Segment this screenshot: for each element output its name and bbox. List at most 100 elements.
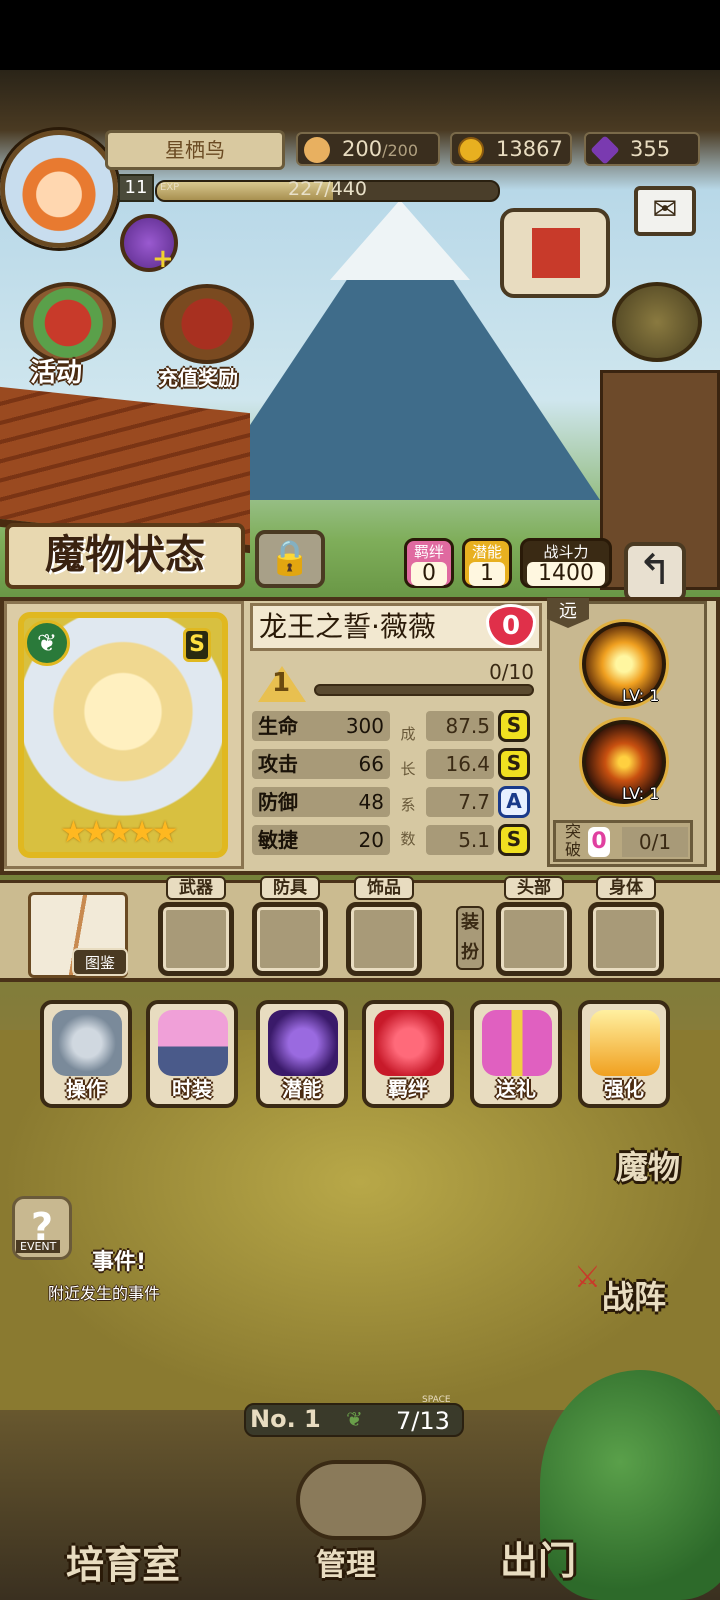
potential-button[interactable]: 潜能 <box>256 1000 348 1108</box>
manage-key-icon[interactable] <box>296 1460 426 1540</box>
lock-button[interactable]: 🔒 <box>255 530 325 588</box>
skill-1-level: LV: 1 <box>622 686 660 705</box>
gold-value: 13867 <box>496 137 563 161</box>
gem-value: 355 <box>630 137 671 161</box>
recharge-reward-button[interactable] <box>160 284 254 364</box>
action-label: 时装 <box>172 1077 212 1101</box>
add-gem-button[interactable]: + <box>120 214 178 274</box>
bond-value: 0 <box>411 562 447 586</box>
growth-value: 7.7 <box>426 787 494 817</box>
accessory-slot-label: 饰品 <box>354 876 414 900</box>
accessory-slot[interactable] <box>346 902 422 976</box>
stat-value: 48 <box>358 790 384 814</box>
purple-gem-icon <box>590 135 620 165</box>
stat-label: 生命 <box>258 714 298 738</box>
stat-row-hp: 生命 300 <box>252 711 390 741</box>
breakthrough-value: 0 <box>588 827 610 857</box>
fashion-button[interactable]: 时装 <box>146 1000 238 1108</box>
body-slot[interactable] <box>588 902 664 976</box>
stat-label: 攻击 <box>258 752 298 776</box>
growth-grade: S <box>498 824 530 856</box>
growth-value: 5.1 <box>426 825 494 855</box>
breakthrough-progress: 0/1 <box>622 827 688 857</box>
event-button-label: 活动 <box>30 358 83 388</box>
stat-value: 66 <box>358 752 384 776</box>
player-name: 星栖鸟 <box>105 130 285 170</box>
player-level: 11 <box>118 174 154 202</box>
formation-side-button[interactable]: ⚔ 战阵 <box>574 1254 706 1324</box>
growth-char: 系 <box>400 796 416 814</box>
stat-label: 防御 <box>258 790 298 814</box>
stamina-counter[interactable]: 200/200 <box>296 132 440 166</box>
mountain-snow <box>330 200 470 280</box>
weapon-slot-label: 武器 <box>166 876 226 900</box>
up-arrows-icon <box>590 1010 660 1076</box>
star-rating: ★★★★★ <box>60 815 179 850</box>
growth-value: 87.5 <box>426 711 494 741</box>
event-tag: EVENT <box>16 1240 61 1253</box>
shadow-demon-icon <box>268 1010 338 1076</box>
head-slot[interactable] <box>496 902 572 976</box>
return-arrow-icon: ↰ <box>637 545 673 594</box>
body-slot-label: 身体 <box>596 876 656 900</box>
hearts-icon <box>374 1010 444 1076</box>
growth-grade: A <box>498 786 530 818</box>
growth-char: 数 <box>400 830 416 848</box>
gift-button[interactable]: 送礼 <box>470 1000 562 1108</box>
power-label: 战斗力 <box>543 543 589 561</box>
space-label: SPACE <box>422 1395 451 1405</box>
growth-char: 长 <box>400 760 416 778</box>
formation-side-label: 战阵 <box>602 1278 667 1316</box>
bond-button[interactable]: 羁绊 <box>362 1000 454 1108</box>
go-out-button[interactable]: 出门 <box>500 1530 576 1585</box>
backpack-button[interactable] <box>612 282 702 362</box>
event-title[interactable]: 事件! <box>92 1244 146 1276</box>
armor-slot[interactable] <box>252 902 328 976</box>
stat-row-atk: 攻击 66 <box>252 749 390 779</box>
power-badge: 战斗力 1400 <box>520 538 612 588</box>
operate-button[interactable]: 操作 <box>40 1000 132 1108</box>
action-label: 强化 <box>604 1077 644 1101</box>
gold-coin-icon <box>458 137 484 163</box>
status-bar <box>0 0 720 70</box>
leaf-element-icon: ❦ <box>24 620 70 666</box>
gold-counter[interactable]: 13867 <box>450 132 572 166</box>
growth-char: 成 <box>400 725 416 743</box>
level-progress-bar <box>314 684 534 696</box>
gift-icon <box>482 1010 552 1076</box>
gear-icon <box>52 1010 122 1076</box>
padlock-icon: 🔒 <box>268 538 312 578</box>
action-label: 操作 <box>66 1077 106 1101</box>
gem-counter[interactable]: 355 <box>584 132 700 166</box>
potential-label: 潜能 <box>471 543 502 561</box>
quest-scroll-button[interactable] <box>500 208 610 298</box>
manage-button[interactable]: 管理 <box>316 1540 376 1584</box>
envelope-icon: ✉ <box>652 192 678 227</box>
potential-badge: 潜能 1 <box>462 538 512 588</box>
breakthrough-label: 突破 <box>564 822 581 859</box>
stat-row-agi: 敏捷 20 <box>252 825 390 855</box>
growth-value: 16.4 <box>426 749 494 779</box>
mail-button[interactable]: ✉ <box>634 186 696 236</box>
weapon-slot[interactable] <box>158 902 234 976</box>
power-value: 1400 <box>527 562 605 586</box>
monster-side-button[interactable]: 魔物 <box>610 1126 706 1196</box>
bond-badge: 羁绊 0 <box>404 538 454 588</box>
event-subtitle: 附近发生的事件 <box>48 1284 161 1303</box>
bond-label: 羁绊 <box>413 543 444 561</box>
plus-icon: + <box>152 244 174 274</box>
sprout-icon: ❦ <box>346 1407 363 1431</box>
nursery-button[interactable]: 培育室 <box>66 1534 180 1589</box>
dress-up-label: 装扮 <box>456 906 484 970</box>
stamina-value: 200 <box>342 137 383 161</box>
breakthrough-box[interactable]: 突破 0 0/1 <box>553 820 693 862</box>
crossed-swords-icon: ⚔ <box>574 1260 601 1295</box>
capacity-counter: No. 1 ❦ SPACE 7/13 <box>244 1395 464 1437</box>
back-button[interactable]: ↰ <box>624 542 686 602</box>
exp-value: 227/440 <box>288 178 367 200</box>
recharge-reward-label: 充值奖励 <box>158 366 238 390</box>
bread-icon <box>304 137 330 163</box>
enhance-button[interactable]: 强化 <box>578 1000 670 1108</box>
skill-2-level: LV: 1 <box>622 784 660 803</box>
player-avatar[interactable] <box>0 130 118 248</box>
